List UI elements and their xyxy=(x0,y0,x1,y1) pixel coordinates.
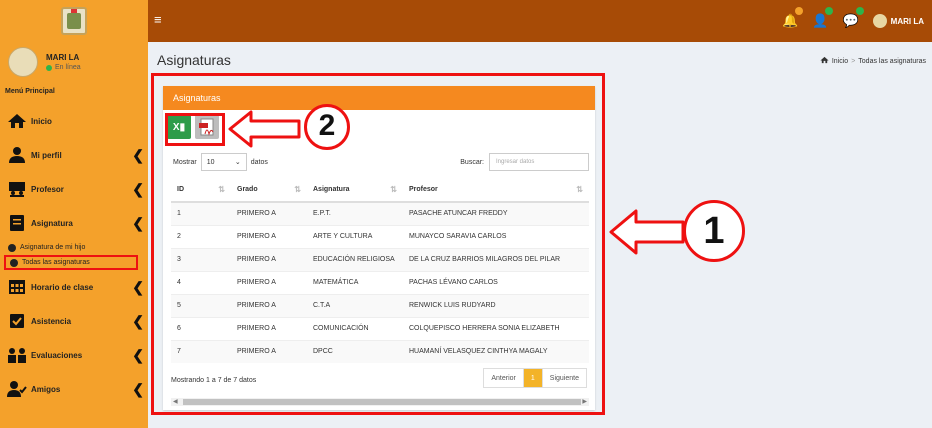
users-icon xyxy=(6,346,28,364)
sidebar-item-amigos[interactable]: Amigos ❮ xyxy=(0,372,148,406)
highlight-box-export xyxy=(165,113,225,146)
breadcrumb-separator: > xyxy=(851,57,856,65)
chevron-left-icon: ❮ xyxy=(132,347,144,363)
chevron-left-icon: ❮ xyxy=(132,147,144,163)
sidebar-item-horario[interactable]: Horario de clase ❮ xyxy=(0,270,148,304)
annotation-label-1: 1 xyxy=(683,200,745,262)
sidebar-item-label: Asistencia xyxy=(31,316,72,326)
sidebar-subitem-label: Asignatura de mi hijo xyxy=(20,244,86,251)
calendar-icon xyxy=(6,278,28,296)
sidebar-item-label: Evaluaciones xyxy=(31,350,83,360)
sidebar-item-asistencia[interactable]: Asistencia ❮ xyxy=(0,304,148,338)
breadcrumb-home[interactable]: Inicio xyxy=(832,58,848,65)
online-status: En línea xyxy=(46,64,81,71)
sidebar-item-evaluaciones[interactable]: Evaluaciones ❮ xyxy=(0,338,148,372)
breadcrumb-current: Todas las asignaturas xyxy=(858,57,926,65)
sidebar-item-label: Profesor xyxy=(31,184,64,194)
page-title: Asignaturas xyxy=(157,52,231,68)
arrow-left-icon xyxy=(609,209,685,255)
user-panel: MARI LA En línea xyxy=(0,42,148,82)
user-plus-icon[interactable]: 👤 xyxy=(812,7,834,29)
circle-icon xyxy=(8,243,16,252)
online-dot-icon xyxy=(46,64,52,71)
logo-area[interactable] xyxy=(0,0,148,42)
arrow-left-icon xyxy=(228,110,301,148)
sidebar-item-inicio[interactable]: Inicio xyxy=(0,104,148,138)
user-check-icon xyxy=(6,380,28,398)
user-icon xyxy=(6,146,28,164)
menu-header: Menú Principal xyxy=(5,88,55,95)
home-icon xyxy=(820,56,829,66)
sidebar-subitem-label: Todas las asignaturas xyxy=(22,259,90,266)
circle-icon xyxy=(10,258,18,267)
sidebar-item-label: Inicio xyxy=(31,116,52,126)
hamburger-icon[interactable]: ≡ xyxy=(154,13,162,26)
annotation-label-2: 2 xyxy=(304,104,350,150)
chevron-down-icon: ❮ xyxy=(132,215,144,231)
status-text: En línea xyxy=(55,64,81,71)
avatar xyxy=(8,47,38,77)
chat-icon[interactable]: 💬 xyxy=(842,7,864,29)
breadcrumb: Inicio > Todas las asignaturas xyxy=(820,56,926,66)
sidebar-subitem-todas-asignaturas[interactable]: Todas las asignaturas xyxy=(4,255,138,270)
sidebar-item-label: Amigos xyxy=(31,384,61,394)
sidebar-item-profesor[interactable]: Profesor ❮ xyxy=(0,172,148,206)
sidebar-user-name: MARI LA xyxy=(46,53,80,62)
sidebar-item-asignatura[interactable]: Asignatura ❮ xyxy=(0,206,148,240)
chevron-left-icon: ❮ xyxy=(132,181,144,197)
home-icon xyxy=(6,112,28,130)
sidebar-item-label: Horario de clase xyxy=(31,282,94,292)
book-icon xyxy=(6,214,28,232)
chevron-left-icon: ❮ xyxy=(132,279,144,295)
chevron-left-icon: ❮ xyxy=(132,313,144,329)
top-navbar: ≡ 🔔 👤 💬 MARI LA xyxy=(0,0,932,42)
sidebar-subitem-asignatura-hijo[interactable]: Asignatura de mi hijo xyxy=(0,240,148,255)
sidebar: MARI LA En línea Menú Principal Inicio M… xyxy=(0,42,148,428)
sidebar-item-mi-perfil[interactable]: Mi perfil ❮ xyxy=(0,138,148,172)
sidebar-item-label: Mi perfil xyxy=(31,150,62,160)
user-menu[interactable]: MARI LA xyxy=(872,14,924,28)
top-user-name: MARI LA xyxy=(890,16,924,26)
sidebar-item-label: Asignatura xyxy=(31,218,73,228)
checkbox-icon xyxy=(6,312,28,330)
school-logo xyxy=(61,7,87,35)
bell-icon[interactable]: 🔔 xyxy=(782,7,804,29)
avatar xyxy=(872,14,887,28)
teacher-icon xyxy=(6,180,28,198)
chevron-left-icon: ❮ xyxy=(132,381,144,397)
